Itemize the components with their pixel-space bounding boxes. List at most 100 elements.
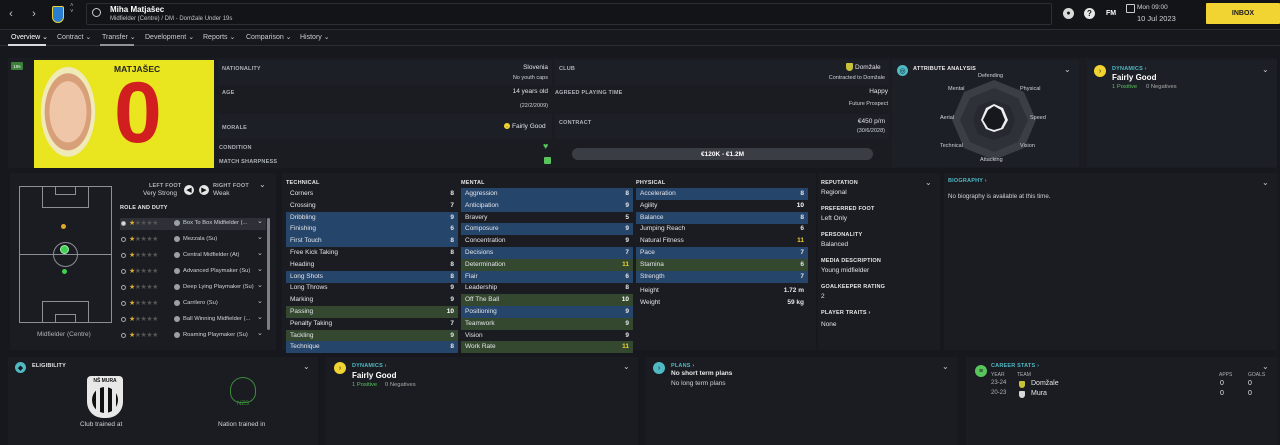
technical-row[interactable]: Marking 9	[286, 294, 458, 306]
physical-attr-value: 8	[800, 190, 804, 197]
mental-row[interactable]: Off The Ball 10	[461, 294, 633, 307]
dynamics-bottom-chevron-icon[interactable]: ⌄	[623, 362, 630, 371]
fm-logo[interactable]: FM	[1106, 10, 1116, 17]
role-radio[interactable]	[121, 237, 126, 242]
mental-row[interactable]: Flair 6	[461, 270, 633, 283]
mental-row[interactable]: Concentration 9	[461, 235, 633, 247]
roles-scrollbar[interactable]	[267, 218, 270, 330]
technical-row[interactable]: Heading 8	[286, 259, 458, 271]
technical-row[interactable]: Passing 10	[286, 306, 458, 318]
physical-row[interactable]: Acceleration 8	[636, 188, 808, 200]
chevron-updown-icon[interactable]: ˄ ˅	[70, 3, 74, 15]
mental-row[interactable]: Composure 9	[461, 223, 633, 236]
tab-comparison[interactable]: Comparison ⌄	[246, 33, 292, 41]
mental-row[interactable]: Decisions 7	[461, 247, 633, 259]
game-icon[interactable]: ●	[1063, 8, 1074, 19]
search-bar[interactable]	[86, 3, 1052, 25]
role-chevron-icon[interactable]: ⌄	[257, 281, 263, 289]
tab-reports[interactable]: Reports ⌄	[203, 33, 235, 41]
role-chevron-icon[interactable]: ⌄	[257, 233, 263, 241]
club-contract: Contracted to Domžale	[828, 75, 885, 81]
physical-row[interactable]: Agility 10	[636, 200, 808, 212]
mental-row[interactable]: Anticipation 9	[461, 199, 633, 212]
role-chevron-icon[interactable]: ⌄	[257, 329, 263, 337]
physical-row[interactable]: Strength 7	[636, 270, 808, 283]
mental-row[interactable]: Teamwork 9	[461, 317, 633, 330]
technical-row[interactable]: Tackling 9	[286, 329, 458, 342]
career-year: 23-24	[991, 380, 1007, 386]
eligibility-chevron-icon[interactable]: ⌄	[303, 362, 310, 371]
role-chevron-icon[interactable]: ⌄	[257, 297, 263, 305]
tab-development[interactable]: Development ⌄	[145, 33, 194, 41]
forward-arrow-icon[interactable]: ›	[28, 8, 40, 20]
tab-overview-underline	[8, 44, 46, 46]
mental-row[interactable]: Work Rate 11	[461, 341, 633, 354]
career-team[interactable]: Mura	[1031, 390, 1047, 397]
mental-row[interactable]: Determination 11	[461, 258, 633, 271]
shirt-number: 0	[114, 65, 162, 161]
personality-value: Balanced	[821, 241, 849, 248]
goalkeeper-rating-label: GOALKEEPER RATING	[821, 284, 886, 290]
tab-contract[interactable]: Contract ⌄	[57, 33, 91, 41]
right-foot-icon: ▶	[199, 185, 209, 195]
contract-wage: €450 p/m	[857, 118, 885, 125]
details-chevron-icon[interactable]: ⌄	[925, 178, 932, 187]
physical-row[interactable]: Balance 8	[636, 211, 808, 224]
dynamics-bottom-title[interactable]: DYNAMICS ›	[352, 363, 387, 369]
analysis-chevron-icon[interactable]: ⌄	[1064, 65, 1071, 74]
technical-row[interactable]: Dribbling 9	[286, 211, 458, 224]
mental-row[interactable]: Leadership 8	[461, 282, 633, 294]
mental-row[interactable]: Positioning 9	[461, 306, 633, 318]
role-radio[interactable]	[121, 269, 126, 274]
club-badge-icon[interactable]	[52, 6, 64, 23]
biography-title[interactable]: BIOGRAPHY ›	[948, 178, 987, 184]
morale-label: MORALE	[222, 125, 248, 131]
dynamics-top-chevron-icon[interactable]: ⌄	[1262, 65, 1269, 74]
role-chevron-icon[interactable]: ⌄	[257, 313, 263, 321]
career-stats-title[interactable]: CAREER STATS ›	[991, 363, 1039, 369]
biography-chevron-icon[interactable]: ⌄	[1262, 178, 1269, 187]
mental-row[interactable]: Aggression 8	[461, 188, 633, 200]
physical-row[interactable]: Pace 7	[636, 247, 808, 259]
technical-row[interactable]: Penalty Taking 7	[286, 318, 458, 330]
physical-row[interactable]: Natural Fitness 11	[636, 235, 808, 247]
career-chevron-icon[interactable]: ⌄	[1262, 362, 1269, 371]
technical-row[interactable]: Free Kick Taking 8	[286, 247, 458, 259]
tab-history[interactable]: History ⌄	[300, 33, 330, 41]
technical-row[interactable]: Corners 8	[286, 188, 458, 200]
technical-row[interactable]: Long Throws 9	[286, 282, 458, 294]
role-radio[interactable]	[121, 301, 126, 306]
tab-transfer[interactable]: Transfer ⌄	[102, 33, 136, 41]
technical-row[interactable]: First Touch 8	[286, 235, 458, 248]
back-arrow-icon[interactable]: ‹	[5, 8, 17, 20]
role-chevron-icon[interactable]: ⌄	[257, 217, 263, 225]
physical-row[interactable]: Jumping Reach 6	[636, 223, 808, 235]
plans-title[interactable]: PLANS ›	[671, 363, 694, 369]
help-icon[interactable]: ?	[1084, 8, 1095, 19]
role-radio[interactable]	[121, 285, 126, 290]
plans-chevron-icon[interactable]: ⌄	[942, 362, 949, 371]
inbox-button[interactable]: INBOX	[1206, 3, 1280, 24]
role-chevron-icon[interactable]: ⌄	[257, 249, 263, 257]
role-radio[interactable]	[121, 253, 126, 258]
feet-chevron-icon[interactable]: ⌄	[259, 180, 266, 189]
physical-row[interactable]: Stamina 6	[636, 258, 808, 271]
physical-attr-value: 7	[800, 272, 804, 280]
career-team[interactable]: Domžale	[1031, 380, 1059, 387]
age-label: AGE	[222, 90, 235, 96]
mental-row[interactable]: Vision 9	[461, 330, 633, 342]
mental-row[interactable]: Bravery 5	[461, 212, 633, 224]
technical-row[interactable]: Crossing 7	[286, 200, 458, 212]
dynamics-top-title[interactable]: DYNAMICS ›	[1112, 66, 1147, 72]
eligibility-panel	[8, 357, 318, 445]
technical-row[interactable]: Technique 8	[286, 341, 458, 354]
role-radio[interactable]	[121, 333, 126, 338]
technical-row[interactable]: Long Shots 8	[286, 270, 458, 283]
player-traits-link[interactable]: PLAYER TRAITS ›	[821, 310, 871, 316]
role-chevron-icon[interactable]: ⌄	[257, 265, 263, 273]
technical-row[interactable]: Finishing 6	[286, 223, 458, 236]
tab-overview[interactable]: Overview ⌄	[11, 33, 48, 41]
role-radio[interactable]	[121, 317, 126, 322]
role-radio[interactable]	[121, 221, 126, 226]
mental-attr-name: Decisions	[465, 249, 494, 256]
